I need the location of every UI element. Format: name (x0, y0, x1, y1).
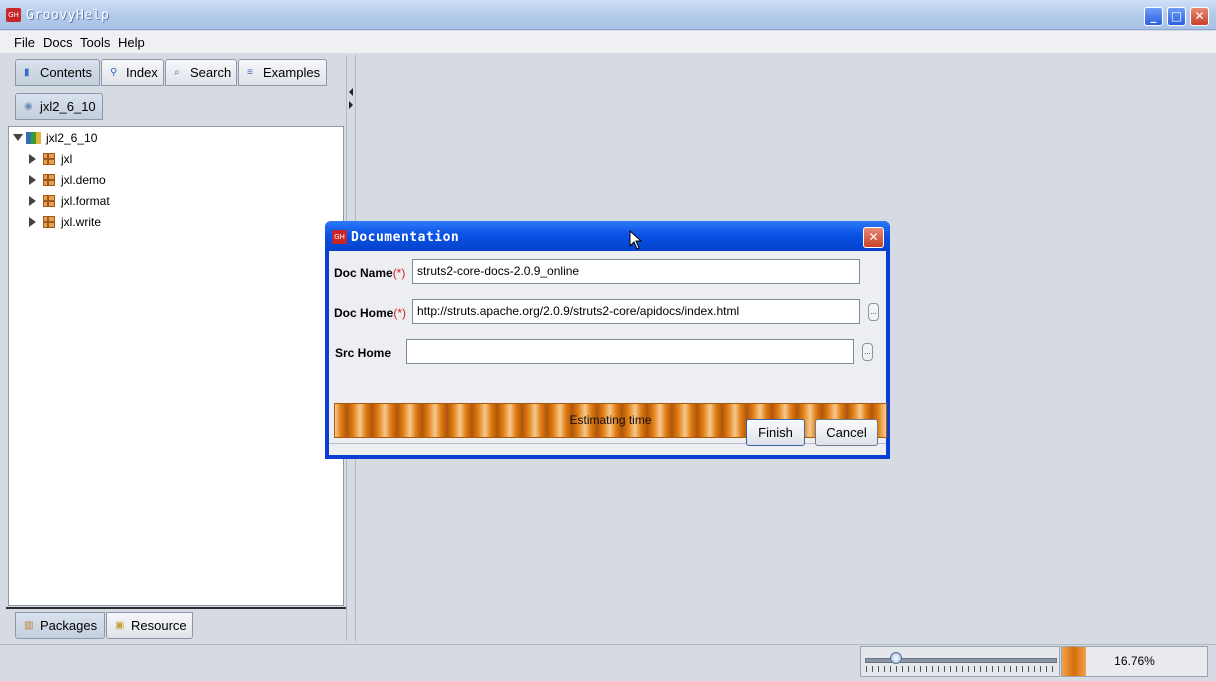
examples-icon: ≡ (247, 67, 253, 78)
tab-label: Resource (131, 618, 187, 633)
app-icon: GH (6, 8, 21, 22)
collapse-left-icon[interactable] (349, 88, 353, 96)
src-home-label: Src Home (335, 346, 392, 360)
tree-item-label: jxl.demo (61, 173, 106, 187)
tab-examples[interactable]: ≡ Examples (238, 59, 327, 86)
expand-right-icon[interactable] (349, 101, 353, 109)
tree-item-label: jxl.write (61, 215, 102, 229)
package-icon (43, 153, 55, 165)
mouse-cursor-icon (629, 230, 643, 250)
doc-home-label: Doc Home(*) (334, 306, 406, 320)
magnifier-icon: ⚲ (110, 67, 118, 78)
package-icon (43, 195, 55, 207)
zoom-slider[interactable] (860, 646, 1060, 677)
packages-icon: ▥ (24, 620, 34, 631)
tree-item[interactable]: jxl (27, 149, 227, 169)
dialog-app-icon: GH (332, 230, 347, 244)
collapse-arrow-icon[interactable] (29, 217, 36, 227)
tab-contents[interactable]: ▮ Contents (15, 59, 100, 86)
tree-item[interactable]: jxl.demo (27, 170, 227, 190)
doc-name-label-text: Doc Name (334, 266, 393, 280)
search-doc-icon: ⌕ (174, 67, 180, 78)
tab-label: Index (126, 65, 158, 80)
progress-text: 16.76% (1114, 654, 1155, 668)
dialog-close-button[interactable]: ✕ (863, 227, 884, 248)
tree-item[interactable]: jxl.format (27, 191, 227, 211)
tree-item-label: jxl.format (61, 194, 110, 208)
collapse-arrow-icon[interactable] (29, 154, 36, 164)
expand-arrow-icon[interactable] (13, 134, 23, 141)
tree-root-label: jxl2_6_10 (46, 131, 98, 145)
menu-help[interactable]: Help (118, 35, 145, 50)
tab-label: Packages (40, 618, 98, 633)
maximize-button[interactable]: □ (1167, 7, 1186, 26)
src-home-field[interactable] (406, 339, 854, 364)
tab-resource[interactable]: ▣ Resource (106, 612, 193, 639)
menu-file[interactable]: File (14, 35, 35, 50)
doc-home-browse-button[interactable]: ... (868, 303, 879, 321)
tab-label: Search (190, 65, 232, 80)
required-mark: (*) (392, 266, 406, 280)
doc-name-label: Doc Name(*) (334, 266, 405, 280)
package-icon (43, 216, 55, 228)
slider-ticks (866, 666, 1054, 672)
memory-progress-bar: 16.76% (1061, 646, 1208, 677)
finish-button[interactable]: Finish (746, 419, 805, 446)
package-icon (43, 174, 55, 186)
collapse-arrow-icon[interactable] (29, 196, 36, 206)
cd-icon: ◉ (24, 101, 33, 112)
doc-name-field[interactable]: struts2-core-docs-2.0.9_online (412, 259, 860, 284)
tree-item[interactable]: jxl.write (27, 212, 227, 232)
tree-item-label: jxl (61, 152, 73, 166)
tab-label: jxl2_6_10 (40, 99, 96, 114)
close-window-button[interactable]: ✕ (1190, 7, 1209, 26)
dialog-title-bar[interactable]: GH Documentation ✕ (325, 221, 890, 251)
menu-tools[interactable]: Tools (80, 35, 110, 50)
menu-bar: File Docs Tools Help (0, 31, 1216, 53)
menu-docs[interactable]: Docs (43, 35, 73, 50)
tab-packages[interactable]: ▥ Packages (15, 612, 105, 639)
tab-label: Contents (40, 65, 93, 80)
dialog-title: Documentation (351, 230, 460, 245)
status-bar: 16.76% (0, 644, 1216, 681)
tab-search[interactable]: ⌕ Search (165, 59, 237, 86)
resource-icon: ▣ (115, 620, 125, 631)
collapse-arrow-icon[interactable] (29, 175, 36, 185)
required-mark: (*) (393, 306, 407, 320)
slider-thumb[interactable] (890, 652, 902, 664)
divider (6, 607, 346, 609)
tree-root[interactable]: jxl2_6_10 (11, 128, 131, 148)
doc-home-field[interactable]: http://struts.apache.org/2.0.9/struts2-c… (412, 299, 860, 324)
tab-label: Examples (263, 65, 321, 80)
tab-index[interactable]: ⚲ Index (101, 59, 164, 86)
src-home-browse-button[interactable]: ... (862, 343, 873, 361)
minimize-button[interactable]: _ (1144, 7, 1163, 26)
library-icon (26, 132, 41, 144)
tab-doc-jxl[interactable]: ◉ jxl2_6_10 (15, 93, 103, 120)
cancel-button[interactable]: Cancel (815, 419, 878, 446)
book-icon: ▮ (24, 67, 30, 78)
doc-home-label-text: Doc Home (334, 306, 394, 320)
documentation-dialog: GH Documentation ✕ Doc Name(*) struts2-c… (325, 221, 890, 459)
window-title-bar[interactable]: GH GroovyHelp _ □ ✕ (0, 0, 1216, 30)
window-title: GroovyHelp (26, 8, 110, 23)
package-tree[interactable]: jxl2_6_10 jxl jxl.demo jxl.format jxl.wr… (8, 126, 344, 606)
dialog-body: Doc Name(*) struts2-core-docs-2.0.9_onli… (329, 251, 887, 455)
